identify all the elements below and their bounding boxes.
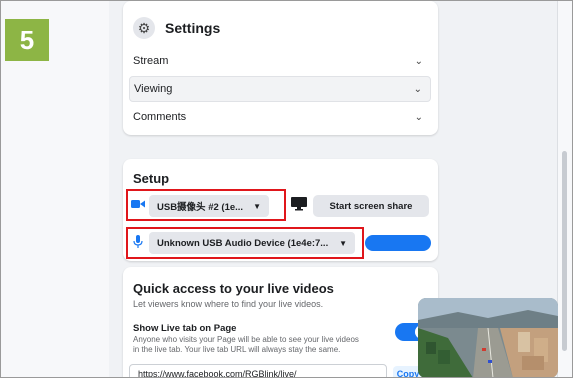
chevron-down-icon: ⌄ bbox=[414, 111, 423, 123]
settings-row-label: Comments bbox=[133, 111, 187, 123]
settings-row-stream[interactable]: Stream ⌄ bbox=[129, 48, 431, 74]
video-preview-thumbnail bbox=[418, 298, 558, 377]
quick-access-title: Quick access to your live videos bbox=[133, 281, 334, 296]
setup-card: Setup USB摄像头 #2 (1e... ▼ Start screen sh… bbox=[123, 159, 438, 261]
gear-icon: ⚙ bbox=[133, 17, 155, 39]
setup-title: Setup bbox=[133, 171, 170, 186]
monitor-icon bbox=[291, 197, 307, 211]
quick-access-card: Quick access to your live videos Let vie… bbox=[123, 267, 438, 377]
live-url-field[interactable]: https://www.facebook.com/RGBlink/live/ bbox=[129, 364, 387, 377]
settings-row-comments[interactable]: Comments ⌄ bbox=[129, 104, 431, 130]
app-window: 5 ⚙ Settings Stream ⌄ Viewing ⌄ Comments… bbox=[0, 0, 573, 378]
settings-header: ⚙ Settings bbox=[133, 17, 220, 39]
scrollbar[interactable] bbox=[557, 1, 572, 377]
scrollbar-thumb[interactable] bbox=[562, 151, 567, 351]
quick-access-subtitle: Let viewers know where to find your live… bbox=[133, 299, 324, 309]
settings-title: Settings bbox=[165, 20, 221, 36]
live-tab-title: Show Live tab on Page bbox=[133, 323, 237, 334]
audio-level-bar bbox=[365, 235, 431, 251]
settings-row-viewing[interactable]: Viewing ⌄ bbox=[129, 76, 431, 102]
chevron-down-icon: ⌄ bbox=[414, 55, 423, 67]
settings-card: ⚙ Settings Stream ⌄ Viewing ⌄ Comments ⌄ bbox=[123, 1, 438, 135]
microphone-highlight-box bbox=[126, 227, 364, 259]
step-badge: 5 bbox=[5, 19, 49, 61]
chevron-down-icon: ⌄ bbox=[413, 83, 422, 95]
settings-row-label: Stream bbox=[133, 55, 169, 67]
live-tab-description: Anyone who visits your Page will be able… bbox=[133, 335, 359, 354]
settings-row-label: Viewing bbox=[134, 83, 173, 95]
camera-highlight-box bbox=[126, 189, 286, 221]
start-screen-share-button[interactable]: Start screen share bbox=[313, 195, 429, 217]
